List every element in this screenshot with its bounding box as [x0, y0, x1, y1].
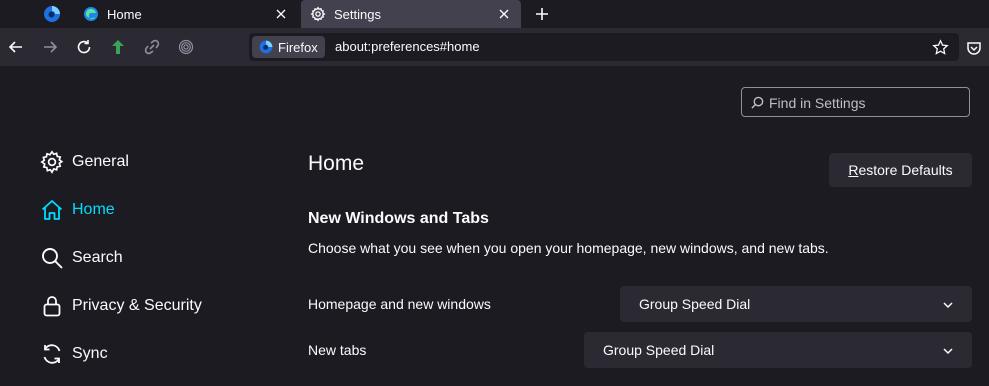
tab-home[interactable]: Home — [74, 0, 298, 28]
identity-label: Firefox — [278, 39, 318, 55]
link-icon[interactable] — [142, 37, 162, 57]
sync-icon — [40, 342, 64, 366]
sidebar-item-label: Sync — [72, 345, 108, 362]
sidebar-item-label: Search — [72, 249, 123, 266]
homepage-label: Homepage and new windows — [308, 296, 491, 312]
tab-strip: Home Settings — [0, 0, 989, 28]
home-upload-icon[interactable] — [108, 37, 128, 57]
navigation-toolbar: Firefox about:preferences#home — [0, 28, 989, 66]
section-description: Choose what you see when you open your h… — [308, 240, 829, 256]
button-label: estore Defaults — [858, 162, 953, 178]
edge-icon — [83, 6, 99, 22]
section-title: New Windows and Tabs — [308, 210, 489, 227]
bookmark-star-icon[interactable] — [930, 37, 950, 57]
sidebar-item-label: Privacy & Security — [72, 297, 202, 314]
identity-box[interactable]: Firefox — [252, 36, 325, 58]
restore-defaults-button[interactable]: Restore Defaults — [829, 153, 972, 187]
sidebar-item-label: Home — [72, 201, 115, 218]
search-icon — [40, 246, 64, 270]
fingerprint-icon[interactable] — [176, 37, 196, 57]
tab-title: Home — [107, 6, 142, 22]
sidebar-item-privacy[interactable]: Privacy & Security — [40, 293, 202, 319]
settings-search-input[interactable]: Find in Settings — [741, 87, 970, 117]
select-value: Group Speed Dial — [639, 296, 751, 312]
back-button[interactable] — [6, 37, 26, 57]
home-icon — [40, 198, 64, 222]
chevron-down-icon — [942, 298, 954, 310]
gear-icon — [310, 6, 326, 22]
url-text[interactable]: about:preferences#home — [335, 39, 480, 54]
forward-button[interactable] — [40, 37, 60, 57]
sidebar-item-label: General — [72, 153, 129, 170]
new-tabs-label: New tabs — [308, 342, 367, 358]
tab-title: Settings — [334, 6, 381, 22]
accesskey-letter: R — [848, 162, 859, 178]
lock-icon — [40, 294, 64, 318]
select-value: Group Speed Dial — [603, 342, 715, 358]
sidebar-item-general[interactable]: General — [40, 149, 129, 175]
pocket-icon[interactable] — [964, 38, 984, 58]
firefox-icon — [258, 39, 274, 55]
new-tab-button[interactable] — [532, 4, 552, 24]
gear-icon — [40, 150, 64, 174]
sidebar-item-sync[interactable]: Sync — [40, 341, 108, 367]
homepage-select[interactable]: Group Speed Dial — [620, 286, 972, 322]
page-title: Home — [308, 152, 365, 175]
chevron-down-icon — [942, 344, 954, 356]
new-tabs-select[interactable]: Group Speed Dial — [584, 332, 972, 368]
search-placeholder: Find in Settings — [769, 95, 866, 111]
sidebar-item-home[interactable]: Home — [40, 197, 115, 223]
sidebar-item-search[interactable]: Search — [40, 245, 123, 271]
close-icon[interactable] — [495, 5, 513, 23]
tab-settings[interactable]: Settings — [301, 0, 521, 28]
close-icon[interactable] — [272, 5, 290, 23]
firefox-view-icon[interactable] — [42, 4, 62, 24]
url-bar[interactable]: Firefox about:preferences#home — [249, 33, 959, 61]
search-icon — [751, 96, 764, 109]
reload-button[interactable] — [74, 37, 94, 57]
